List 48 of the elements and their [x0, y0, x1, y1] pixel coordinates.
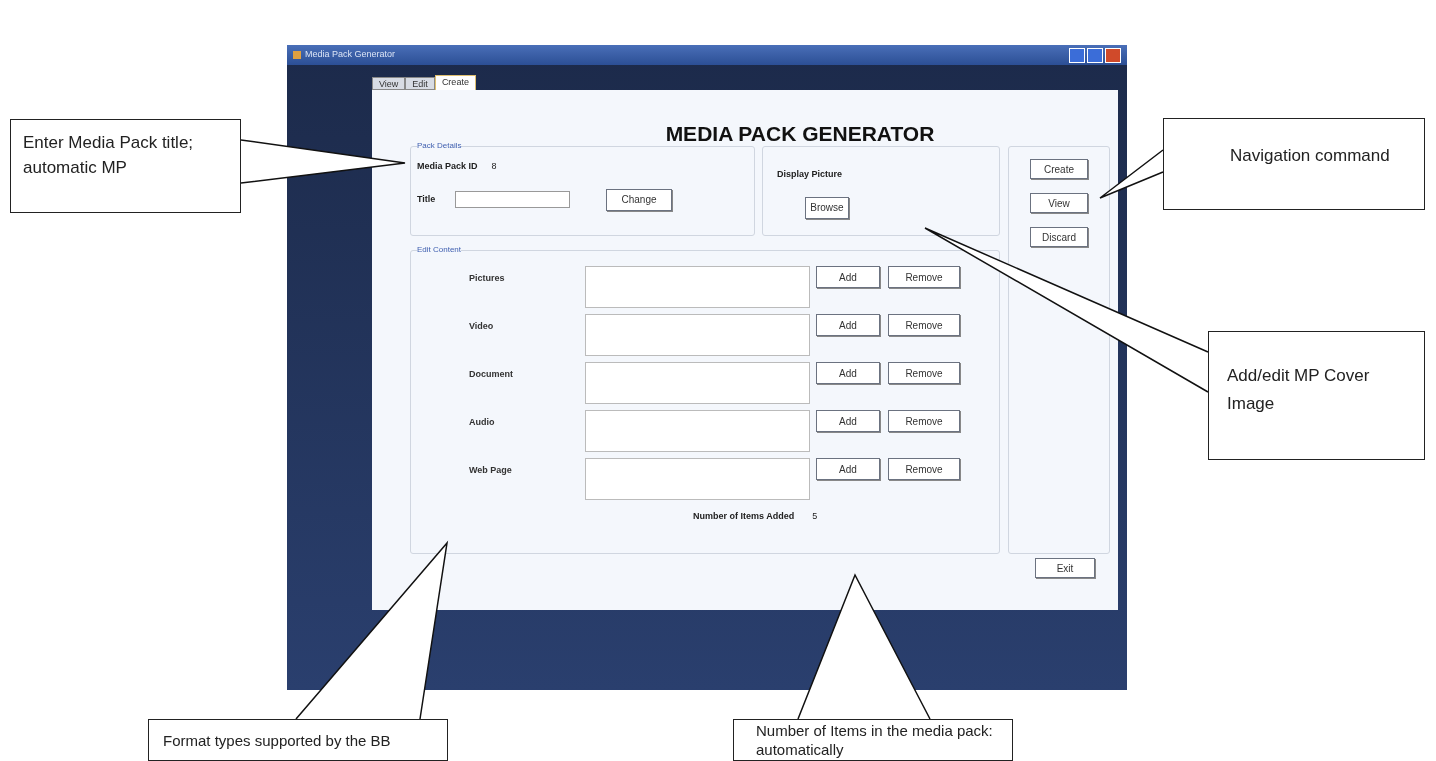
minimize-icon[interactable]	[1069, 47, 1085, 63]
tab[interactable]: View	[372, 77, 406, 90]
close-icon[interactable]	[1105, 47, 1121, 63]
pack-id-value: 8	[491, 160, 497, 173]
maximize-icon[interactable]	[1087, 47, 1103, 63]
display-picture-label: Display Picture	[777, 168, 844, 181]
window-title: Media Pack Generator	[305, 48, 396, 62]
add-button[interactable]: Add	[816, 362, 880, 384]
file-list-field[interactable]	[585, 458, 810, 500]
pack-id-label: Media Pack ID	[417, 160, 478, 173]
title-field[interactable]	[455, 191, 570, 208]
callout-box: Format types supported by the BB	[148, 719, 448, 761]
browse-button[interactable]: Browse	[805, 196, 849, 219]
callout-box: Number of Items in the media pack: automatically	[733, 719, 1013, 761]
remove-button[interactable]: Remove	[888, 266, 960, 288]
format-label: Pictures	[469, 272, 506, 285]
navigation-button[interactable]: Discard	[1030, 227, 1088, 247]
remove-button[interactable]: Remove	[888, 410, 960, 432]
format-label: Web Page	[469, 464, 513, 477]
format-label: Video	[469, 320, 495, 333]
remove-button[interactable]: Remove	[888, 314, 960, 336]
form-heading: MEDIA PACK GENERATOR	[665, 122, 935, 146]
file-list-field[interactable]	[585, 410, 810, 452]
items-count-label: Number of Items Added	[693, 510, 795, 523]
add-button[interactable]: Add	[816, 314, 880, 336]
navigation-button[interactable]: View	[1030, 193, 1088, 213]
tab[interactable]: Edit	[405, 77, 435, 90]
file-list-field[interactable]	[585, 362, 810, 404]
add-button[interactable]: Add	[816, 458, 880, 480]
app-icon	[293, 51, 301, 59]
items-count-value: 5	[812, 510, 818, 523]
callout-box: Enter Media Pack title; automatic MP	[10, 119, 241, 213]
add-button[interactable]: Add	[816, 266, 880, 288]
navigation-button[interactable]: Create	[1030, 159, 1088, 179]
remove-button[interactable]: Remove	[888, 458, 960, 480]
group-legend: Edit Content	[417, 244, 462, 256]
group-legend: Pack Details	[417, 140, 462, 152]
add-button[interactable]: Add	[816, 410, 880, 432]
format-label: Audio	[469, 416, 496, 429]
file-list-field[interactable]	[585, 266, 810, 308]
callout-box: Add/edit MP Cover Image	[1208, 331, 1425, 460]
title-label: Title	[417, 192, 437, 206]
remove-button[interactable]: Remove	[888, 362, 960, 384]
change-button[interactable]: Change	[606, 188, 672, 211]
tab[interactable]: Create	[434, 75, 476, 90]
exit-button[interactable]: Exit	[1035, 558, 1095, 578]
format-label: Document	[469, 368, 514, 381]
file-list-field[interactable]	[585, 314, 810, 356]
